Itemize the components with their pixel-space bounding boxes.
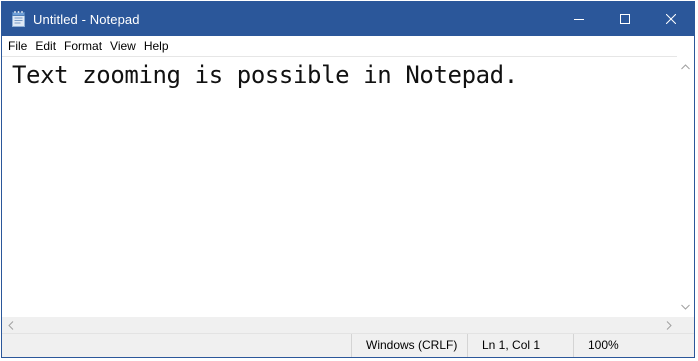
horizontal-scrollbar[interactable] <box>2 317 677 334</box>
maximize-button[interactable] <box>602 2 648 36</box>
scrollbar-corner <box>677 317 694 334</box>
notepad-window: Untitled - Notepad File Edit Format View… <box>1 1 695 358</box>
zoom-level-status: 100% <box>573 334 694 357</box>
scroll-right-button[interactable] <box>660 317 677 334</box>
minimize-button[interactable] <box>556 2 602 36</box>
title-bar[interactable]: Untitled - Notepad <box>2 2 694 36</box>
cursor-position-status: Ln 1, Col 1 <box>467 334 573 357</box>
menu-edit[interactable]: Edit <box>31 36 60 56</box>
minimize-icon <box>574 19 584 20</box>
close-icon <box>666 14 676 24</box>
caption-buttons <box>556 2 694 36</box>
text-editor[interactable]: Text zooming is possible in Notepad. <box>2 56 677 317</box>
scroll-left-button[interactable] <box>2 317 19 334</box>
maximize-icon <box>620 14 630 24</box>
chevron-up-icon <box>681 63 690 69</box>
scroll-down-button[interactable] <box>677 298 694 315</box>
status-bar: Windows (CRLF) Ln 1, Col 1 100% <box>2 333 694 357</box>
line-ending-status: Windows (CRLF) <box>351 334 467 357</box>
window-title: Untitled - Notepad <box>33 11 140 27</box>
menu-file[interactable]: File <box>2 36 31 56</box>
chevron-right-icon <box>666 321 672 330</box>
chevron-left-icon <box>7 321 13 330</box>
editor-content[interactable]: Text zooming is possible in Notepad. <box>12 61 518 89</box>
menu-bar: File Edit Format View Help <box>2 36 694 56</box>
chevron-down-icon <box>681 304 690 310</box>
vertical-scrollbar[interactable] <box>677 56 694 317</box>
notepad-icon[interactable] <box>11 10 27 28</box>
close-button[interactable] <box>648 2 694 36</box>
menu-view[interactable]: View <box>106 36 140 56</box>
menu-format[interactable]: Format <box>60 36 106 56</box>
scroll-up-button[interactable] <box>677 58 694 75</box>
menu-help[interactable]: Help <box>140 36 173 56</box>
